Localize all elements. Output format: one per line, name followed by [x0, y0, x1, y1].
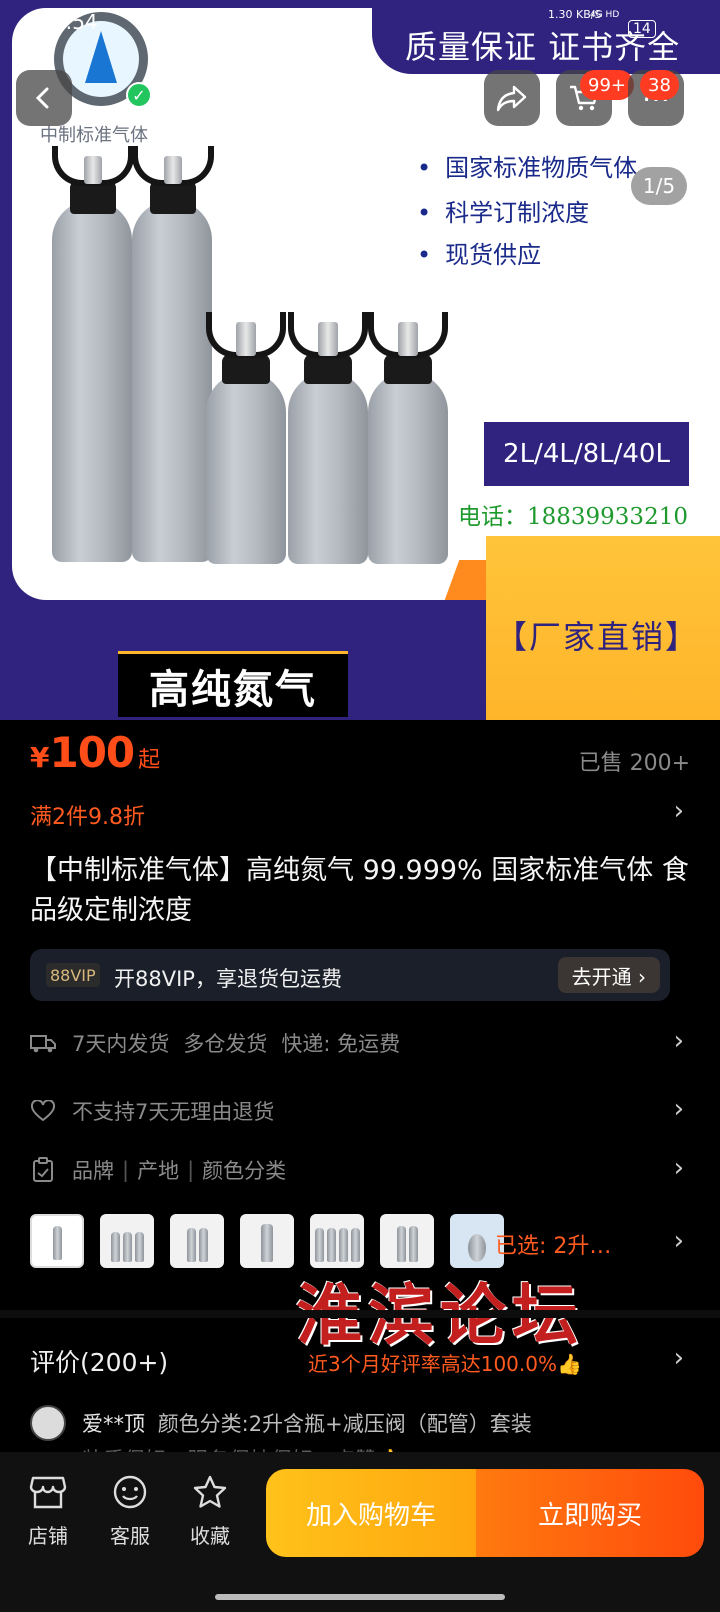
feature-bullet-1: 国家标准物质气体: [417, 148, 637, 183]
verified-check-icon: ✓: [126, 82, 152, 108]
shipping-row[interactable]: 7天内发货 多仓发货 快递: 免运费: [30, 1026, 400, 1060]
image-pager: 1/5: [631, 167, 687, 205]
phone-number: 电话：18839933210: [458, 504, 688, 530]
service-tab[interactable]: 客服: [100, 1472, 160, 1549]
product-title: 【中制标准气体】高纯氮气 99.999% 国家标准气体 食品级定制浓度: [30, 855, 689, 926]
param-color: 颜色分类: [202, 1159, 287, 1183]
sku-thumbnail[interactable]: [100, 1214, 154, 1268]
sku-chevron-icon[interactable]: ›: [674, 1226, 684, 1256]
cart-badge: 99+: [580, 70, 634, 100]
sku-thumbnail[interactable]: [310, 1214, 364, 1268]
back-arrow-icon: [35, 87, 49, 109]
sizes-box: 2L/4L/8L/40L: [481, 419, 692, 489]
shop-label: 店铺: [28, 1524, 68, 1548]
feature-bullet-2: 科学订制浓度: [417, 193, 589, 228]
product-tag: 高纯氮气: [118, 651, 348, 717]
customer-service-icon: [110, 1472, 150, 1512]
vip-open-button[interactable]: 去开通 ›: [557, 957, 660, 993]
promo-chevron-icon[interactable]: ›: [674, 796, 684, 826]
factory-direct-text: 【厂家直销】: [495, 618, 700, 656]
feature-bullet-3: 现货供应: [417, 235, 541, 270]
vip-banner[interactable]: 88VIP 开88VIP，享退货包运费 去开通 ›: [30, 949, 670, 1001]
params-chevron-icon[interactable]: ›: [674, 1153, 684, 1183]
clipboard-icon: [30, 1157, 56, 1183]
share-icon: [496, 85, 527, 112]
vip-text: 开88VIP，享退货包运费: [114, 967, 342, 991]
reviewer-avatar: [30, 1405, 66, 1441]
vip-badge: 88VIP: [46, 963, 100, 987]
store-icon: [28, 1472, 68, 1512]
review-item[interactable]: 爱**顶 颜色分类:2升含瓶+减压阀（配管）套装: [82, 1408, 532, 1438]
express-info: 快递: 免运费: [281, 1032, 401, 1056]
status-network: 4G HD: [590, 10, 620, 20]
price-symbol: ¥: [30, 741, 50, 774]
warehouse-info: 多仓发货: [183, 1032, 268, 1056]
param-brand: 品牌: [72, 1159, 114, 1183]
review-spec: 颜色分类:2升含瓶+减压阀（配管）套装: [157, 1412, 532, 1436]
sold-count: 已售 200+: [578, 751, 690, 776]
buy-now-button[interactable]: 立即购买: [476, 1469, 704, 1557]
shop-tab[interactable]: 店铺: [18, 1472, 78, 1549]
promotion-text[interactable]: 满2件9.8折: [30, 799, 145, 831]
param-origin: 产地: [137, 1159, 180, 1183]
shipping-chevron-icon[interactable]: ›: [674, 1026, 684, 1056]
section-divider: [0, 1310, 720, 1318]
star-icon: [190, 1472, 230, 1512]
favorite-tab[interactable]: 收藏: [180, 1472, 240, 1549]
returns-chevron-icon[interactable]: ›: [674, 1094, 684, 1124]
returns-text: 不支持7天无理由退货: [72, 1100, 275, 1124]
favorite-label: 收藏: [190, 1524, 230, 1548]
reviews-title[interactable]: 评价(200+): [30, 1343, 168, 1379]
price: ¥ 100 起: [30, 728, 161, 777]
sku-thumbnail[interactable]: [240, 1214, 294, 1268]
selected-sku-text[interactable]: 已选: 2升…: [495, 1228, 611, 1260]
price-suffix: 起: [138, 748, 161, 773]
product-image-carousel[interactable]: 质量保证 证书齐全 ✓ 中制标准气体 国家标准物质气体 科学订制浓度 现货供应 …: [0, 0, 720, 720]
returns-row[interactable]: 不支持7天无理由退货: [30, 1094, 274, 1128]
heart-icon: [30, 1098, 56, 1124]
reviews-chevron-icon[interactable]: ›: [674, 1343, 684, 1373]
delivery-time: 7天内发货: [72, 1032, 170, 1056]
reviews-positive-rate: 近3个月好评率高达100.0%👍: [308, 1352, 582, 1376]
reviewer-name: 爱**顶: [82, 1412, 145, 1436]
truck-icon: [30, 1030, 56, 1056]
sku-thumbnail[interactable]: [30, 1214, 84, 1268]
add-to-cart-button[interactable]: 加入购物车: [266, 1469, 476, 1557]
message-badge: 38: [640, 70, 679, 100]
service-label: 客服: [110, 1524, 150, 1548]
home-indicator[interactable]: [215, 1594, 505, 1600]
share-button[interactable]: [484, 70, 540, 126]
status-time: 13:54: [40, 10, 98, 34]
params-row[interactable]: 品牌 | 产地 | 颜色分类: [30, 1153, 286, 1187]
back-button[interactable]: [16, 70, 72, 126]
price-value: 100: [49, 728, 135, 777]
battery-indicator: 14: [628, 20, 656, 38]
sku-thumbnail[interactable]: [380, 1214, 434, 1268]
sku-thumbnail[interactable]: [170, 1214, 224, 1268]
